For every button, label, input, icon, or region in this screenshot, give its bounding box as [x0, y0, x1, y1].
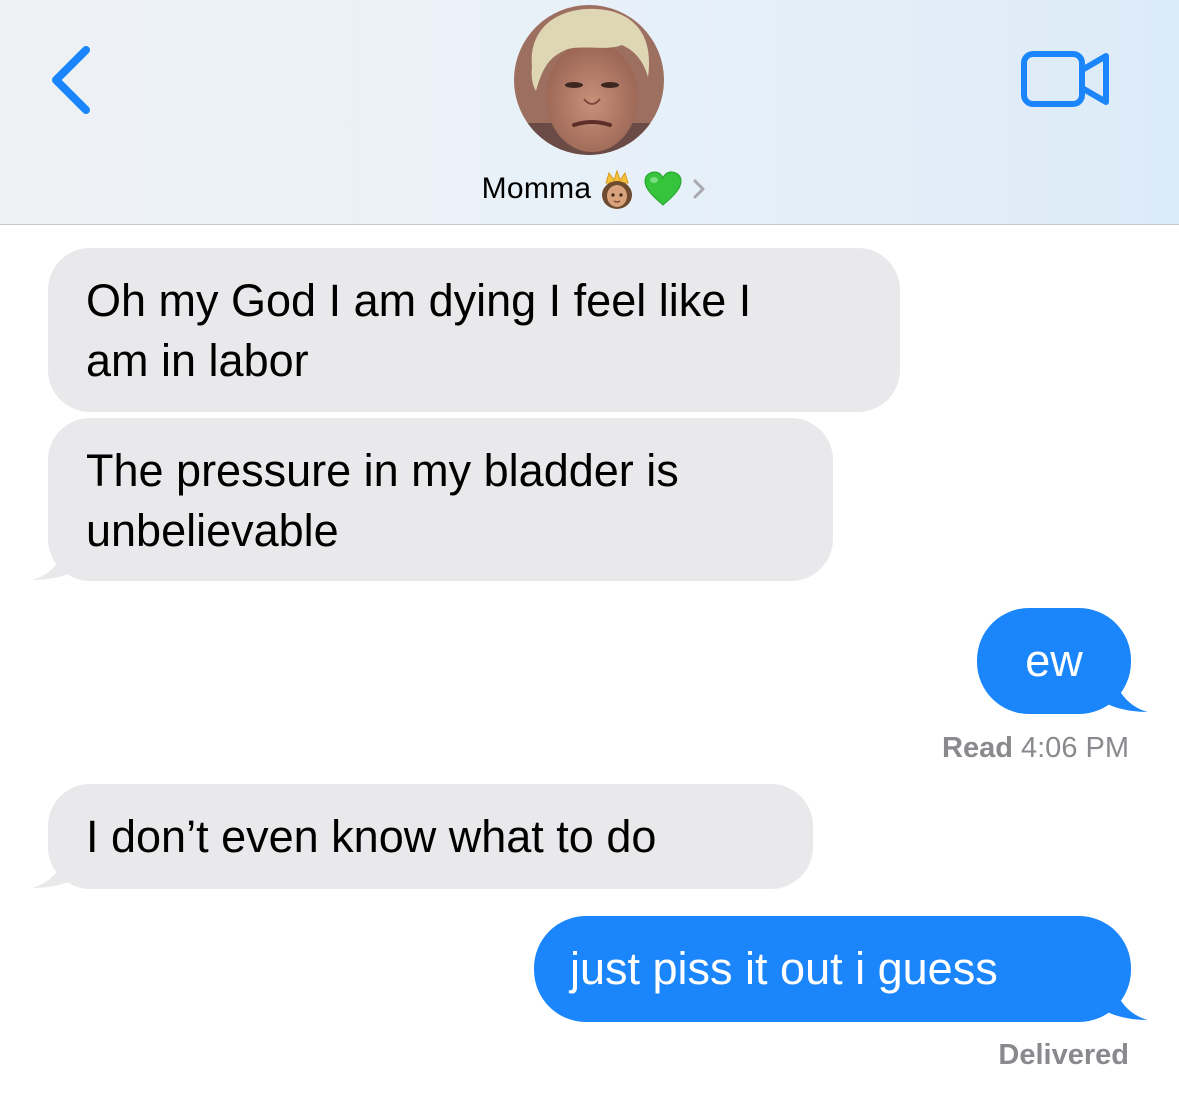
- message-text: just piss it out i guess: [570, 943, 998, 994]
- back-button[interactable]: [44, 40, 100, 120]
- contact-name-button[interactable]: Momma: [0, 166, 1179, 212]
- delivered-status: Delivered: [729, 1035, 1129, 1075]
- received-message-bubble[interactable]: The pressure in my bladder is unbelievab…: [48, 418, 833, 581]
- message-text: ew: [1025, 635, 1083, 686]
- read-receipt-label: Read: [942, 732, 1013, 764]
- message-text-line: The pressure in my bladder is: [86, 445, 679, 496]
- green-heart-emoji-icon: [643, 169, 683, 209]
- message-text-line: Oh my God I am dying I feel like I: [86, 275, 752, 326]
- delivered-label: Delivered: [998, 1039, 1129, 1071]
- contact-avatar[interactable]: [514, 5, 664, 155]
- message-text-line: unbelievable: [86, 505, 339, 556]
- read-receipt: Read 4:06 PM: [729, 728, 1129, 768]
- facetime-video-button[interactable]: [1020, 50, 1112, 108]
- sent-message-bubble[interactable]: just piss it out i guess: [534, 916, 1131, 1022]
- message-text-line: am in labor: [86, 335, 309, 386]
- chevron-left-icon: [52, 46, 90, 114]
- chevron-right-icon: [689, 174, 709, 204]
- conversation-header: Momma: [0, 0, 1179, 225]
- read-receipt-time: 4:06 PM: [1021, 732, 1129, 764]
- received-message-bubble[interactable]: I don’t even know what to do: [48, 784, 813, 889]
- contact-name: Momma: [481, 172, 592, 205]
- princess-emoji-icon: [597, 169, 637, 209]
- sent-message-bubble[interactable]: ew: [977, 608, 1131, 714]
- received-message-bubble[interactable]: Oh my God I am dying I feel like I am in…: [48, 248, 900, 412]
- message-text: I don’t even know what to do: [86, 810, 657, 862]
- video-camera-icon: [1021, 51, 1109, 107]
